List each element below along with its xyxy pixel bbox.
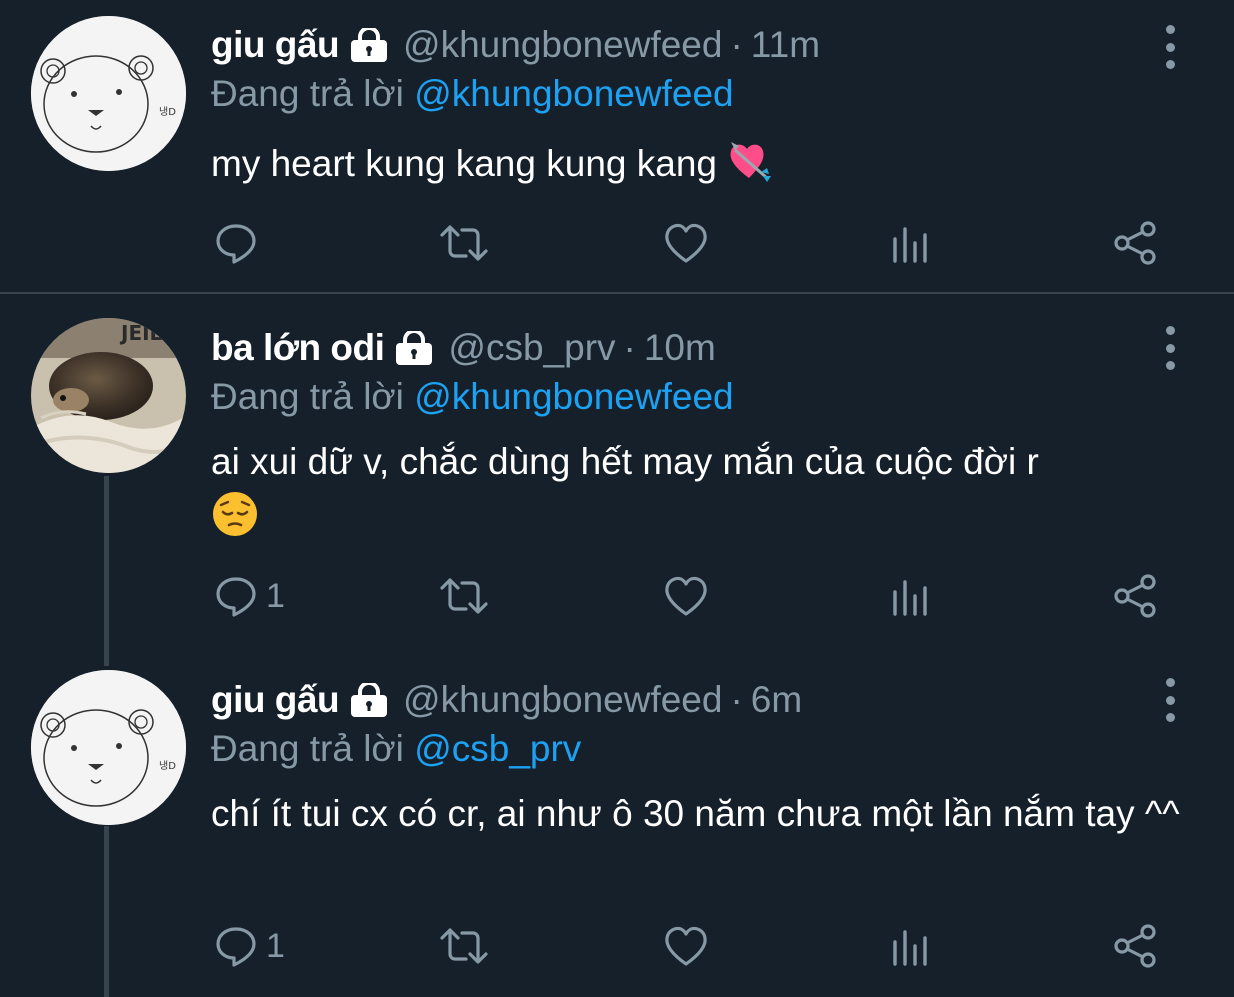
reply-icon	[216, 224, 256, 264]
more-options-icon[interactable]	[1158, 25, 1182, 69]
tweet-text: ai xui dữ v, chắc dùng hết may mắn của c…	[211, 438, 1201, 550]
lock-icon	[349, 683, 389, 717]
reply-count: 1	[266, 926, 285, 965]
reply-mention-link[interactable]: @khungbonewfeed	[414, 376, 733, 417]
reply-button[interactable]: 1	[214, 569, 285, 623]
display-name[interactable]: ba lớn odi	[211, 327, 385, 369]
separator-dot: ·	[730, 679, 743, 720]
action-bar: 1	[0, 569, 1234, 623]
reply-count: 1	[266, 576, 285, 615]
action-bar	[0, 216, 1234, 270]
like-button[interactable]	[663, 919, 709, 973]
tweet-1[interactable]: 냉D giu gấu @khungbonewfeed · 11m Đang tr…	[0, 0, 1234, 292]
lock-icon	[394, 331, 434, 365]
timestamp[interactable]: 11m	[751, 24, 820, 66]
tweet-header: giu gấu @khungbonewfeed · 11m	[211, 21, 820, 69]
bear-avatar-icon: 냉D	[31, 670, 186, 825]
display-name[interactable]: giu gấu	[211, 679, 340, 721]
retweet-button[interactable]	[438, 919, 490, 973]
retweet-button[interactable]	[438, 569, 490, 623]
heart-with-arrow-icon	[725, 136, 773, 196]
svg-text:JEIL: JEIL	[119, 321, 163, 345]
retweet-button[interactable]	[438, 216, 490, 270]
hedgehog-avatar-icon: JEIL	[31, 318, 186, 473]
tweet-header: giu gấu @khungbonewfeed · 6m	[211, 676, 802, 724]
replying-to: Đang trả lời @khungbonewfeed	[211, 373, 734, 421]
share-icon	[1114, 924, 1156, 968]
reply-mention-link[interactable]: @csb_prv	[414, 728, 581, 769]
reply-mention-link[interactable]: @khungbonewfeed	[414, 73, 733, 114]
replying-to-label: Đang trả lời	[211, 728, 415, 769]
bear-avatar-icon: 냉D	[31, 16, 186, 171]
pensive-face-icon	[211, 490, 1201, 550]
replying-to-label: Đang trả lời	[211, 73, 415, 114]
user-handle[interactable]: @csb_prv	[448, 327, 615, 369]
analytics-icon	[893, 930, 927, 966]
analytics-button[interactable]	[890, 569, 932, 623]
replying-to: Đang trả lời @csb_prv	[211, 725, 581, 773]
heart-icon	[665, 223, 707, 263]
replying-to-label: Đang trả lời	[211, 376, 415, 417]
more-options-icon[interactable]	[1158, 678, 1182, 722]
analytics-button[interactable]	[890, 919, 932, 973]
avatar[interactable]: 냉D	[31, 670, 186, 825]
analytics-icon	[893, 580, 927, 616]
tweet-feed: 냉D giu gấu @khungbonewfeed · 11m Đang tr…	[0, 0, 1234, 997]
tweet-3[interactable]: 냉D giu gấu @khungbonewfeed · 6m Đang trả…	[0, 664, 1234, 997]
separator-dot: ·	[623, 327, 636, 368]
reply-button[interactable]: 1	[214, 919, 285, 973]
heart-icon	[665, 926, 707, 966]
retweet-icon	[440, 578, 488, 614]
share-button[interactable]	[1113, 919, 1159, 973]
lock-icon	[349, 28, 389, 62]
tweet-text: my heart kung kang kung kang	[211, 136, 1201, 196]
like-button[interactable]	[663, 216, 709, 270]
share-button[interactable]	[1113, 569, 1159, 623]
user-handle[interactable]: @khungbonewfeed	[403, 679, 722, 721]
tweet-2[interactable]: JEIL ba lớn odi @csb_prv · 10m Đang trả …	[0, 294, 1234, 664]
action-bar: 1	[0, 919, 1234, 973]
separator-dot: ·	[730, 24, 743, 65]
reply-icon	[216, 927, 256, 967]
tweet-text-content: ai xui dữ v, chắc dùng hết may mắn của c…	[211, 441, 1039, 482]
more-options-icon[interactable]	[1158, 326, 1182, 370]
tweet-text-content: my heart kung kang kung kang	[211, 142, 717, 184]
display-name[interactable]: giu gấu	[211, 24, 340, 66]
reply-button[interactable]	[214, 216, 266, 270]
share-icon	[1114, 221, 1156, 265]
tweet-header: ba lớn odi @csb_prv · 10m	[211, 324, 716, 372]
reply-icon	[216, 577, 256, 617]
like-button[interactable]	[663, 569, 709, 623]
timestamp[interactable]: 10m	[644, 327, 716, 369]
analytics-icon	[893, 227, 927, 263]
retweet-icon	[440, 928, 488, 964]
share-icon	[1114, 574, 1156, 618]
analytics-button[interactable]	[890, 216, 932, 270]
share-button[interactable]	[1113, 216, 1159, 270]
replying-to: Đang trả lời @khungbonewfeed	[211, 70, 734, 118]
timestamp[interactable]: 6m	[751, 679, 802, 721]
user-handle[interactable]: @khungbonewfeed	[403, 24, 722, 66]
svg-text:냉D: 냉D	[159, 106, 176, 118]
tweet-text: chí ít tui cx có cr, ai như ô 30 năm chư…	[211, 790, 1201, 838]
heart-icon	[665, 576, 707, 616]
avatar[interactable]: 냉D	[31, 16, 186, 171]
retweet-icon	[440, 225, 488, 261]
svg-text:냉D: 냉D	[159, 760, 176, 772]
avatar[interactable]: JEIL	[31, 318, 186, 473]
tweet-text-content: chí ít tui cx có cr, ai như ô 30 năm chư…	[211, 793, 1180, 834]
